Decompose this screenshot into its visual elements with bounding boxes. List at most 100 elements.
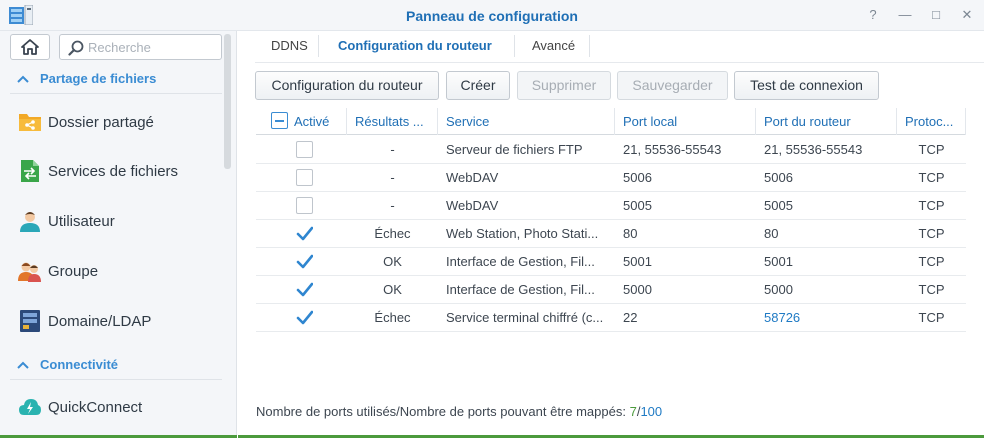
folder-share-icon <box>19 114 41 131</box>
minimize-button[interactable]: — <box>896 6 914 24</box>
enabled-checkbox[interactable] <box>296 197 313 214</box>
close-button[interactable]: ✕ <box>958 6 976 24</box>
cell-local-port: 5000 <box>623 282 652 297</box>
sidebar-item-shared-folder[interactable]: Dossier partagé <box>0 100 222 144</box>
chevron-up-icon <box>17 75 29 83</box>
cell-result: OK <box>383 254 402 269</box>
maximize-button[interactable]: □ <box>927 6 945 24</box>
cell-local-port: 21, 55536-55543 <box>623 142 722 157</box>
enabled-checkbox[interactable] <box>296 169 313 186</box>
home-button[interactable] <box>10 34 50 60</box>
cell-service: Web Station, Photo Stati... <box>446 226 599 241</box>
port-count-footer: Nombre de ports utilisés/Nombre de ports… <box>256 404 662 419</box>
sidebar-item-user[interactable]: Utilisateur <box>0 199 222 243</box>
sidebar-item-label: QuickConnect <box>48 399 143 416</box>
window-title: Panneau de configuration <box>406 8 578 24</box>
column-header-service[interactable]: Service <box>438 108 615 135</box>
cell-result: Échec <box>374 226 411 241</box>
checkmark-icon <box>296 254 314 269</box>
section-connectivity[interactable]: Connectivité <box>0 350 222 380</box>
cell-result: - <box>390 142 395 157</box>
group-icon <box>18 262 41 282</box>
cell-result: - <box>390 170 395 185</box>
column-header-enabled[interactable]: Activé <box>256 108 347 135</box>
sidebar-item-quickconnect[interactable]: QuickConnect <box>0 385 222 429</box>
cell-local-port: 5001 <box>623 254 652 269</box>
checkmark-icon <box>296 282 314 297</box>
cell-service: WebDAV <box>446 198 499 213</box>
checkmark-icon <box>296 226 314 241</box>
tab-underline <box>255 62 984 63</box>
column-header-router-port[interactable]: Port du routeur <box>756 108 897 135</box>
sidebar-item-label: Dossier partagé <box>48 114 154 131</box>
cell-protocol: TCP <box>918 254 945 269</box>
section-label: Connectivité <box>40 357 119 372</box>
cell-service: WebDAV <box>446 170 499 185</box>
cell-router-port: 58726 <box>764 310 801 325</box>
cell-protocol: TCP <box>918 170 945 185</box>
search-icon <box>68 40 84 56</box>
home-icon <box>21 39 39 55</box>
enabled-checkbox[interactable] <box>296 253 314 270</box>
column-header-local-port[interactable]: Port local <box>615 108 756 135</box>
file-services-icon <box>21 160 39 182</box>
cell-result: - <box>390 198 395 213</box>
tab-router-config[interactable]: Configuration du routeur <box>338 38 492 53</box>
sidebar-item-label: Utilisateur <box>48 213 115 230</box>
cell-result: OK <box>383 282 402 297</box>
domain-icon <box>20 310 40 332</box>
column-header-protocol[interactable]: Protoc... <box>897 108 966 135</box>
test-connection-button[interactable]: Test de connexion <box>734 71 879 100</box>
cell-protocol: TCP <box>918 198 945 213</box>
cell-protocol: TCP <box>918 226 945 241</box>
table-row[interactable]: - Serveur de fichiers FTP 21, 55536-55543 2… <box>256 136 966 164</box>
cell-local-port: 22 <box>623 310 638 325</box>
enabled-checkbox[interactable] <box>296 141 313 158</box>
cell-service: Interface de Gestion, Fil... <box>446 282 595 297</box>
divider <box>10 93 222 94</box>
tab-ddns[interactable]: DDNS <box>271 38 308 53</box>
tab-separator <box>318 35 319 57</box>
sidebar-item-group[interactable]: Groupe <box>0 249 222 293</box>
table-row[interactable]: Échec Web Station, Photo Stati... 80 80 TCP <box>256 220 966 248</box>
cell-protocol: TCP <box>918 282 945 297</box>
enabled-checkbox[interactable] <box>296 281 314 298</box>
ports-max-value: 100 <box>640 404 663 419</box>
sidebar-item-label: Domaine/LDAP <box>48 313 152 330</box>
delete-button[interactable]: Supprimer <box>517 71 611 100</box>
table-row[interactable]: - WebDAV 5006 5006 TCP <box>256 164 966 192</box>
sidebar-scrollbar[interactable] <box>224 34 231 169</box>
sidebar-item-file-services[interactable]: Services de fichiers <box>0 149 222 193</box>
table-row[interactable]: OK Interface de Gestion, Fil... 5000 5000 TC… <box>256 276 966 304</box>
cell-router-port: 5001 <box>764 254 793 269</box>
cell-local-port: 5006 <box>623 170 652 185</box>
column-header-results[interactable]: Résultats ... <box>347 108 438 135</box>
save-button[interactable]: Sauvegarder <box>617 71 728 100</box>
title-bar: Panneau de configuration ? — □ ✕ <box>0 0 984 31</box>
enabled-checkbox[interactable] <box>296 309 314 326</box>
cell-router-port: 5000 <box>764 282 793 297</box>
tab-separator <box>514 35 515 57</box>
section-file-sharing[interactable]: Partage de fichiers <box>0 64 222 94</box>
search-input[interactable] <box>88 37 216 57</box>
create-button[interactable]: Créer <box>446 71 510 100</box>
tab-advanced[interactable]: Avancé <box>532 38 575 53</box>
router-config-button[interactable]: Configuration du routeur <box>255 71 439 100</box>
cell-service: Interface de Gestion, Fil... <box>446 254 595 269</box>
section-label: Partage de fichiers <box>40 71 157 86</box>
table-row[interactable]: OK Interface de Gestion, Fil... 5001 5001 TC… <box>256 248 966 276</box>
select-all-checkbox[interactable] <box>271 112 288 129</box>
table-row[interactable]: - WebDAV 5005 5005 TCP <box>256 192 966 220</box>
search-box[interactable] <box>59 34 222 60</box>
table-row[interactable]: Échec Service terminal chiffré (c... 22 587… <box>256 304 966 332</box>
quickconnect-icon <box>19 399 41 415</box>
cell-router-port: 5006 <box>764 170 793 185</box>
enabled-checkbox[interactable] <box>296 225 314 242</box>
user-icon <box>20 212 40 232</box>
sidebar-item-label: Services de fichiers <box>48 163 179 180</box>
sidebar-item-domain-ldap[interactable]: Domaine/LDAP <box>0 299 222 343</box>
help-button[interactable]: ? <box>864 6 882 24</box>
cell-router-port: 5005 <box>764 198 793 213</box>
cell-local-port: 80 <box>623 226 638 241</box>
cell-protocol: TCP <box>918 142 945 157</box>
